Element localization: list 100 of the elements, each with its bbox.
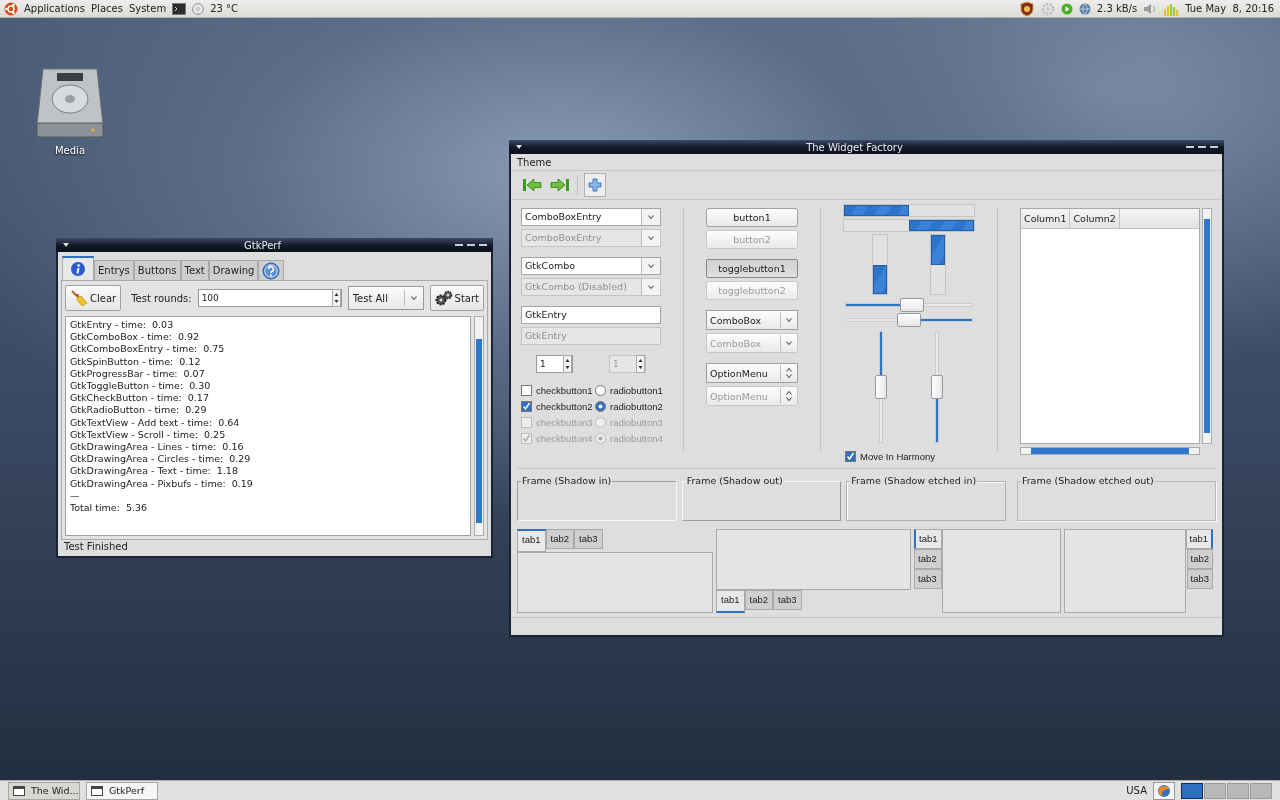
tab[interactable]	[258, 260, 285, 280]
tab[interactable]	[62, 256, 94, 280]
scrollbar[interactable]	[1020, 447, 1200, 455]
slider-thumb[interactable]	[897, 313, 921, 327]
spin-arrows-icon[interactable]	[563, 355, 572, 373]
radio-label: radiobutton4	[610, 432, 663, 444]
tab[interactable]: Entrys	[94, 260, 134, 280]
text-field[interactable]: GtkEntry	[521, 306, 661, 324]
option-menu[interactable]: OptionMenu	[706, 363, 798, 383]
tab[interactable]: tab3	[914, 569, 942, 589]
combo-box[interactable]: ComboBox	[706, 310, 798, 330]
result-line: GtkToggleButton - time: 0.30	[70, 380, 212, 393]
frame-label: Frame (Shadow out)	[685, 475, 784, 486]
window-title: The Widget Factory	[805, 141, 904, 153]
menu-item[interactable]: Places	[91, 3, 123, 14]
icon-label[interactable]: Media	[54, 145, 85, 156]
play-icon[interactable]	[1060, 2, 1073, 15]
tab[interactable]: tab2	[545, 529, 574, 549]
checkbox-label: checkbutton2	[536, 400, 593, 412]
clock[interactable]: Tue May 8, 20:16	[1185, 3, 1274, 14]
tab[interactable]: tab1	[914, 529, 942, 549]
checkbox-label: checkbutton4	[536, 432, 593, 444]
checkbox-label: checkbutton3	[536, 416, 593, 428]
tab[interactable]: tab3	[574, 529, 603, 549]
globe-icon[interactable]	[1078, 2, 1091, 15]
toolbar-button[interactable]	[584, 173, 606, 197]
checkbox[interactable]	[521, 384, 532, 396]
info-icon	[70, 261, 86, 277]
close-button[interactable]	[479, 243, 487, 247]
speaker-icon[interactable]	[1143, 2, 1158, 15]
tab[interactable]: tab3	[1186, 569, 1213, 589]
checkbox[interactable]	[845, 451, 856, 462]
slider[interactable]	[845, 298, 973, 309]
weather-icon	[192, 2, 205, 15]
slider-thumb[interactable]	[899, 298, 924, 312]
window-icon	[13, 785, 25, 796]
tab[interactable]: tab2	[914, 549, 942, 569]
tab[interactable]: tab1	[716, 590, 745, 613]
menu-icon[interactable]	[515, 144, 523, 150]
slider[interactable]	[845, 313, 973, 324]
broom-icon	[70, 289, 88, 307]
tab[interactable]: tab1	[1185, 529, 1213, 549]
toggle-button[interactable]: togglebutton1	[706, 259, 798, 278]
tab[interactable]: tab2	[744, 590, 773, 610]
clear-button[interactable]: Clear	[65, 285, 122, 311]
radio-button[interactable]	[595, 400, 606, 412]
button[interactable]: button1	[706, 208, 798, 227]
menu-icon[interactable]	[62, 242, 70, 248]
spin-field[interactable]: 100	[197, 289, 342, 307]
slider-thumb[interactable]	[875, 375, 887, 399]
help-icon	[262, 261, 281, 280]
result-line: GtkComboBoxEntry - time: 0.75	[70, 343, 226, 356]
tab[interactable]: tab3	[773, 590, 802, 610]
minimize-button[interactable]	[455, 243, 463, 247]
task-button[interactable]: GtkPerf	[86, 781, 158, 800]
combo-entry[interactable]: GtkCombo	[521, 257, 661, 275]
result-line: GtkEntry - time: 0.03	[70, 319, 175, 332]
column-header[interactable]: Column1	[1021, 209, 1071, 228]
menu-item[interactable]: System	[128, 3, 167, 14]
start-button[interactable]: Start	[429, 285, 484, 311]
menu-item[interactable]: Applications	[24, 3, 86, 14]
spin-field[interactable]: 1	[536, 355, 573, 373]
combo-entry[interactable]: ComboBoxEntry	[521, 208, 661, 226]
window-title: GtkPerf	[243, 239, 283, 251]
checkbox[interactable]	[521, 400, 532, 412]
shield-icon[interactable]	[1018, 0, 1035, 17]
tab[interactable]: Text	[180, 260, 209, 280]
task-button[interactable]: The Wid...	[8, 781, 80, 800]
slider[interactable]	[874, 331, 888, 443]
slider[interactable]	[930, 331, 944, 443]
terminal-icon[interactable]	[172, 2, 187, 15]
maximize-button[interactable]	[467, 243, 475, 247]
result-line: GtkTextView - Add text - time: 0.64	[70, 416, 241, 429]
workspace[interactable]	[1181, 782, 1203, 799]
tab[interactable]: Drawing	[208, 260, 259, 280]
scrollbar[interactable]	[1202, 208, 1212, 444]
field-label: Test rounds:	[131, 292, 192, 304]
tab[interactable]: Buttons	[133, 260, 181, 280]
radio-label: radiobutton2	[610, 400, 663, 412]
maximize-button[interactable]	[1198, 145, 1206, 149]
test-dropdown[interactable]: Test All	[347, 286, 424, 310]
logo-icon[interactable]	[4, 1, 18, 16]
radio-button[interactable]	[595, 384, 606, 396]
radio-label: radiobutton3	[610, 416, 663, 428]
result-line: GtkProgressBar - time: 0.07	[70, 367, 206, 380]
spin-arrows-icon[interactable]	[331, 289, 341, 307]
gears-icon	[434, 290, 453, 306]
slider-thumb[interactable]	[931, 375, 943, 399]
result-line: GtkDrawingArea - Circles - time: 0.29	[70, 453, 252, 466]
column-header[interactable]: Column2	[1070, 209, 1120, 228]
tab[interactable]: tab1	[517, 529, 546, 552]
arrow-right-icon	[550, 177, 570, 193]
scrollbar[interactable]	[474, 316, 484, 536]
tab[interactable]: tab2	[1186, 549, 1213, 569]
minimize-button[interactable]	[1186, 145, 1194, 149]
frame-label: Frame (Shadow etched in)	[850, 475, 978, 486]
keyboard-layout-text[interactable]: USA	[1126, 785, 1147, 796]
arrow-left-icon	[522, 177, 542, 193]
menu-item[interactable]: Theme	[517, 156, 552, 168]
close-button[interactable]	[1210, 145, 1218, 149]
